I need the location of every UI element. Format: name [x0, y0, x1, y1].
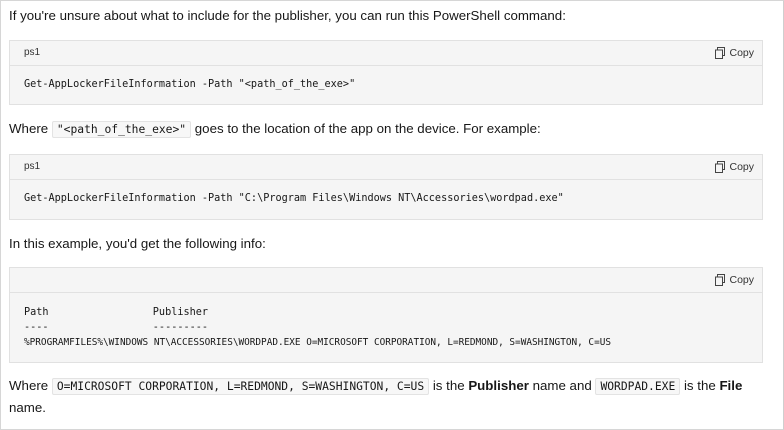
code-block-header: Copy	[10, 268, 762, 293]
code-text: Get-AppLockerFileInformation -Path "C:\P…	[24, 193, 564, 204]
copy-button-label: Copy	[729, 274, 754, 286]
code-text: Get-AppLockerFileInformation -Path "<pat…	[24, 79, 356, 90]
copy-button[interactable]: Copy	[714, 45, 754, 61]
output-header-line: Path Publisher	[24, 307, 209, 318]
output-separator-line: ---- ---------	[24, 322, 209, 333]
where-prefix: Where	[9, 121, 52, 136]
example-text: In this example, you'd get the following…	[9, 236, 266, 251]
copy-button[interactable]: Copy	[714, 272, 754, 288]
code-language-label: ps1	[24, 161, 41, 172]
copy-button[interactable]: Copy	[714, 159, 754, 175]
copy-icon	[715, 47, 726, 59]
where-paragraph-1: Where "<path_of_the_exe>" goes to the lo…	[9, 119, 541, 140]
bold-publisher: Publisher	[468, 378, 529, 393]
intro-text: If you're unsure about what to include f…	[9, 8, 566, 23]
where2-prefix: Where	[9, 378, 52, 393]
output-value-line: %PROGRAMFILES%\WINDOWS NT\ACCESSORIES\WO…	[24, 337, 611, 348]
code-language-label: ps1	[24, 47, 41, 58]
where-suffix: goes to the location of the app on the d…	[191, 121, 541, 136]
copy-button-label: Copy	[729, 47, 754, 59]
code-block-output: Copy Path Publisher ---- --------- %PROGRA…	[9, 267, 763, 363]
where2-mid3: is the	[680, 378, 720, 393]
where2-mid1: is the	[429, 378, 469, 393]
inline-code-publisher: O=MICROSOFT CORPORATION, L=REDMOND, S=WA…	[51, 378, 430, 395]
code-block-header: ps1 Copy	[10, 155, 762, 180]
where2-mid2: name and	[528, 378, 596, 393]
code-block-example: ps1 Copy Get-AppLockerFileInformation -P…	[9, 154, 763, 220]
copy-icon	[715, 274, 726, 286]
inline-code-file: WORDPAD.EXE	[595, 378, 681, 395]
code-block-header: ps1 Copy	[10, 41, 762, 66]
copy-button-label: Copy	[729, 161, 754, 173]
inline-code-path: "<path_of_the_exe>"	[51, 121, 192, 138]
where-paragraph-2-line2: name.	[9, 400, 46, 415]
copy-icon	[715, 161, 726, 173]
code-block-command: ps1 Copy Get-AppLockerFileInformation -P…	[9, 40, 763, 105]
where-paragraph-2: Where O=MICROSOFT CORPORATION, L=REDMOND…	[9, 376, 742, 397]
code-output: Path Publisher ---- --------- %PROGRAMFILE…	[10, 293, 762, 361]
bold-file: File	[719, 378, 743, 393]
